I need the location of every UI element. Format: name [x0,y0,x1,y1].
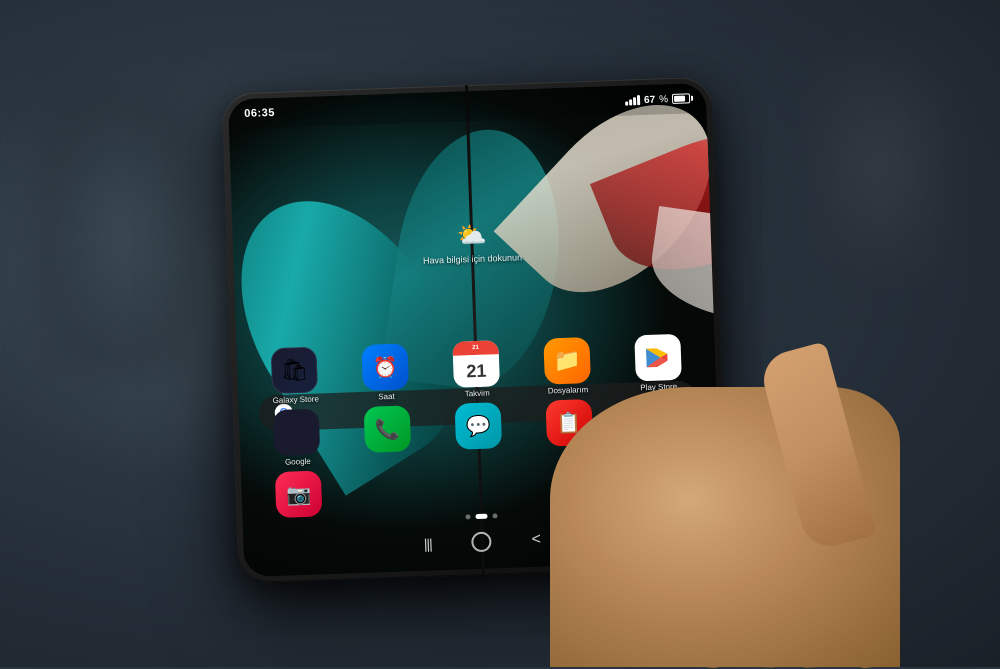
dosyalarim-label: Dosyalarım [548,386,589,396]
page-dots [465,513,497,519]
app-google[interactable]: Google [253,408,342,469]
takvim-label: Takvim [465,390,490,400]
google-label: Google [285,458,311,468]
recents-button[interactable]: ||| [424,536,432,552]
background-right [800,40,960,290]
status-time: 06:35 [244,107,275,120]
battery-icon [672,93,690,104]
signal-icon [625,95,640,106]
page-dot-2 [475,514,487,519]
play-store-icon [634,334,682,382]
weather-widget[interactable]: ⛅ Hava bilgisi için dokunun [422,219,523,265]
cal-header: 21 [452,341,498,357]
background-left [30,80,210,380]
dosyalarim-icon [543,337,591,385]
battery-percent: 67 [644,94,656,105]
messages-icon [455,402,503,450]
app-takvim[interactable]: 21 21 Takvim [432,340,521,401]
cal-body: 21 [466,355,487,388]
weather-icon: ⛅ [456,221,487,251]
app-dosyalarim[interactable]: Dosyalarım [523,337,612,398]
home-button[interactable] [471,532,492,553]
galaxy-store-icon [271,347,319,395]
app-camera[interactable] [255,470,343,522]
phone-icon [364,406,412,454]
app-galaxy-store[interactable]: Galaxy Store [251,346,340,407]
app-play-store[interactable]: Play Store [614,334,703,395]
page-dot-3 [492,513,497,518]
play-store-svg [643,344,672,373]
saat-icon [362,344,410,392]
status-icons: 67 % [625,93,690,106]
google-icon [273,409,321,457]
page-dot-1 [465,514,470,519]
galaxy-store-label: Galaxy Store [272,396,319,406]
camera-icon [275,470,323,518]
takvim-icon: 21 21 [452,341,500,389]
app-phone[interactable] [343,405,432,466]
app-saat[interactable]: Saat [341,343,430,404]
petal-5 [645,206,722,330]
back-button[interactable]: < [531,531,541,549]
app-messages[interactable] [434,402,523,463]
scene: 06:35 67 % [0,0,1000,667]
saat-label: Saat [378,393,395,402]
